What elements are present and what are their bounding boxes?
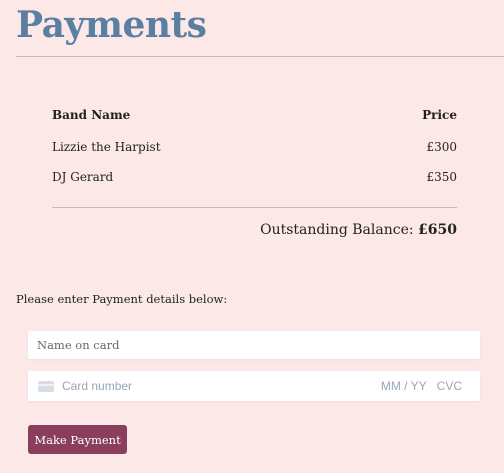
title-divider <box>16 56 504 57</box>
card-details-field[interactable]: Card number MM / YY CVC <box>28 371 480 401</box>
name-on-card-input[interactable] <box>28 331 480 359</box>
header-band-name: Band Name <box>52 108 131 122</box>
balance-divider <box>52 207 457 208</box>
card-expiry-input[interactable]: MM / YY <box>381 379 427 393</box>
price-cell: £350 <box>426 170 457 184</box>
balance-amount: £650 <box>418 222 457 238</box>
page-title: Payments <box>16 4 207 46</box>
table-row: Lizzie the Harpist £300 <box>52 132 457 162</box>
make-payment-button[interactable]: Make Payment <box>28 425 127 454</box>
credit-card-icon <box>38 380 54 392</box>
band-name-cell: DJ Gerard <box>52 170 114 184</box>
booking-table: Band Name Price Lizzie the Harpist £300 … <box>52 106 457 192</box>
card-cvc-input[interactable]: CVC <box>437 379 462 393</box>
band-name-cell: Lizzie the Harpist <box>52 140 161 154</box>
balance-label: Outstanding Balance: <box>260 222 414 238</box>
name-on-card-field <box>28 331 480 359</box>
payment-prompt: Please enter Payment details below: <box>16 292 228 306</box>
price-cell: £300 <box>426 140 457 154</box>
header-price: Price <box>422 108 457 122</box>
card-number-input[interactable]: Card number <box>62 379 381 393</box>
table-row: DJ Gerard £350 <box>52 162 457 192</box>
table-header-row: Band Name Price <box>52 106 457 124</box>
outstanding-balance: Outstanding Balance: £650 <box>260 222 457 238</box>
